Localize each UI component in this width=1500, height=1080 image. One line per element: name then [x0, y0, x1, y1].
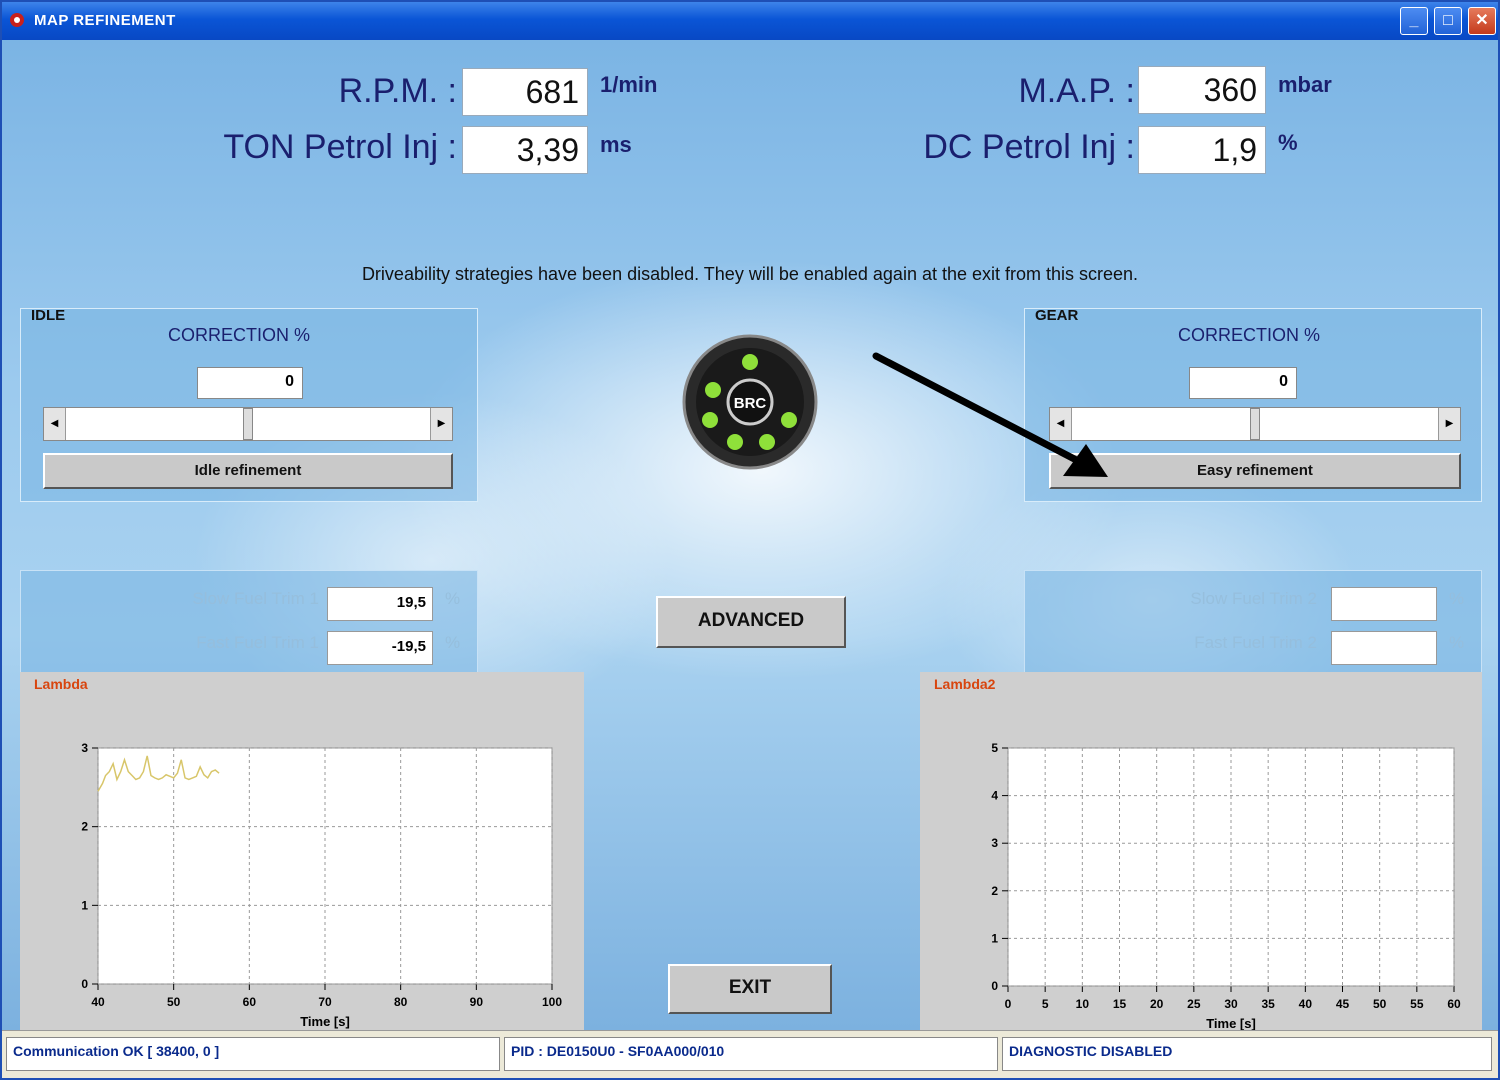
idle-group-title: IDLE [31, 307, 66, 324]
x-tick-label: 50 [167, 995, 181, 1009]
app-icon [10, 13, 24, 27]
gear-group-title: GEAR [1035, 307, 1079, 324]
lambda2-chart-panel: Lambda2 0 5 10 15 20 25 30 35 40 45 50 55 60 0 1 2 3 4 5 Ti… [920, 672, 1482, 1054]
idle-correction-field[interactable]: 0 [197, 367, 303, 399]
slow-fuel-trim-1-field: 19,5 [327, 587, 433, 621]
x-tick-label: 55 [1410, 997, 1424, 1011]
x-tick-label: 40 [91, 995, 105, 1009]
pid-status: PID : DE0150U0 - SF0AA000/010 [504, 1037, 998, 1071]
brc-logo: BRC [682, 334, 818, 470]
logo-text: BRC [734, 395, 767, 412]
x-tick-label: 80 [394, 995, 408, 1009]
dc-label: DC Petrol Inj : [923, 128, 1135, 166]
gear-correction-field[interactable]: 0 [1189, 367, 1297, 399]
x-tick-label: 5 [1042, 997, 1049, 1011]
rpm-field: 681 [462, 68, 588, 116]
x-tick-label: 45 [1336, 997, 1350, 1011]
scroll-right-arrow-icon[interactable]: ▶ [1438, 408, 1460, 440]
dc-unit: % [1278, 130, 1298, 155]
slow-fuel-trim-2-unit: % [1449, 589, 1465, 608]
x-tick-label: 40 [1299, 997, 1313, 1011]
fast-fuel-trim-1-unit: % [445, 633, 461, 652]
gear-slider-thumb[interactable] [1250, 408, 1260, 440]
lambda-chart: 40 50 60 70 80 90 100 0 1 2 3 Time [s] [81, 741, 562, 1029]
status-bar: Communication OK [ 38400, 0 ] PID : DE01… [2, 1030, 1498, 1078]
x-tick-label: 35 [1261, 997, 1275, 1011]
ton-unit: ms [600, 132, 632, 157]
plot-area [1007, 747, 1455, 987]
client-area: R.P.M. : 681 1/min TON Petrol Inj : 3,39… [2, 40, 1498, 1054]
scroll-left-arrow-icon[interactable]: ◀ [44, 408, 66, 440]
y-tick-label: 3 [991, 836, 998, 850]
exit-button[interactable]: EXIT [668, 964, 832, 1014]
y-tick-label: 5 [991, 741, 998, 755]
slow-fuel-trim-1-label: Slow Fuel Trim 1 [192, 589, 319, 608]
x-tick-label: 70 [318, 995, 332, 1009]
x-tick-label: 10 [1076, 997, 1090, 1011]
slow-fuel-trim-2-field [1331, 587, 1437, 621]
diagnostic-status: DIAGNOSTIC DISABLED [1002, 1037, 1492, 1071]
fast-fuel-trim-2-unit: % [1449, 633, 1465, 652]
y-tick-label: 2 [81, 820, 88, 834]
idle-correction-slider[interactable]: ◀ ▶ [43, 407, 453, 441]
y-tick-label: 4 [991, 789, 998, 803]
y-tick-label: 0 [991, 979, 998, 993]
map-refinement-window: MAP REFINEMENT _ □ ✕ R.P.M. : 681 1/min … [0, 0, 1500, 1080]
fuel-trim-2-panel: Slow Fuel Trim 2 % Fast Fuel Trim 2 % [1024, 570, 1482, 674]
slow-fuel-trim-2-label: Slow Fuel Trim 2 [1190, 589, 1317, 608]
rpm-label: R.P.M. : [338, 72, 457, 110]
fuel-trim-1-panel: Slow Fuel Trim 1 19,5 % Fast Fuel Trim 1… [20, 570, 478, 674]
lambda2-chart: 0 5 10 15 20 25 30 35 40 45 50 55 60012345Time [s] [991, 741, 1461, 1031]
scroll-right-arrow-icon[interactable]: ▶ [430, 408, 452, 440]
fast-fuel-trim-2-field [1331, 631, 1437, 665]
idle-correction-label: CORRECTION % [167, 325, 310, 345]
y-tick-label: 1 [81, 898, 88, 912]
ton-label: TON Petrol Inj : [223, 128, 457, 166]
idle-group: IDLE CORRECTION % 0 ◀ ▶ Idle refinement [20, 307, 478, 502]
x-tick-label: 20 [1150, 997, 1164, 1011]
advanced-button[interactable]: ADVANCED [656, 596, 846, 648]
x-tick-label: 60 [1447, 997, 1461, 1011]
x-axis-label: Time [s] [300, 1014, 350, 1029]
maximize-button[interactable]: □ [1434, 7, 1462, 35]
map-unit: mbar [1278, 72, 1332, 97]
slow-fuel-trim-1-unit: % [445, 589, 461, 608]
window-title: MAP REFINEMENT [34, 12, 176, 29]
x-tick-label: 30 [1224, 997, 1238, 1011]
y-tick-label: 1 [991, 931, 998, 945]
minimize-button[interactable]: _ [1400, 7, 1428, 35]
title-bar[interactable]: MAP REFINEMENT _ □ ✕ [2, 2, 1498, 40]
x-tick-label: 0 [1005, 997, 1012, 1011]
communication-status: Communication OK [ 38400, 0 ] [6, 1037, 500, 1071]
driveability-notice: Driveability strategies have been disabl… [361, 264, 1139, 284]
idle-refinement-button[interactable]: Idle refinement [43, 453, 453, 489]
map-label: M.A.P. : [1018, 72, 1135, 110]
map-field: 360 [1138, 66, 1266, 114]
idle-slider-thumb[interactable] [243, 408, 253, 440]
dc-field: 1,9 [1138, 126, 1266, 174]
ton-field: 3,39 [462, 126, 588, 174]
fast-fuel-trim-1-label: Fast Fuel Trim 1 [196, 633, 319, 652]
rpm-unit: 1/min [600, 72, 658, 97]
y-tick-label: 2 [991, 884, 998, 898]
x-tick-label: 15 [1113, 997, 1127, 1011]
x-tick-label: 90 [470, 995, 484, 1009]
y-tick-label: 3 [81, 741, 88, 755]
x-tick-label: 50 [1373, 997, 1387, 1011]
fast-fuel-trim-1-field: -19,5 [327, 631, 433, 665]
fast-fuel-trim-2-label: Fast Fuel Trim 2 [1194, 633, 1317, 652]
x-tick-label: 100 [542, 995, 562, 1009]
y-tick-label: 0 [81, 977, 88, 991]
lambda-chart-panel: Lambda 40 50 60 70 80 90 100 0 1 2 3 Time [s] [20, 672, 584, 1054]
annotation-arrow-icon [872, 352, 1108, 477]
x-tick-label: 25 [1187, 997, 1201, 1011]
close-button[interactable]: ✕ [1468, 7, 1496, 35]
x-tick-label: 60 [243, 995, 257, 1009]
x-axis-label: Time [s] [1206, 1016, 1256, 1031]
